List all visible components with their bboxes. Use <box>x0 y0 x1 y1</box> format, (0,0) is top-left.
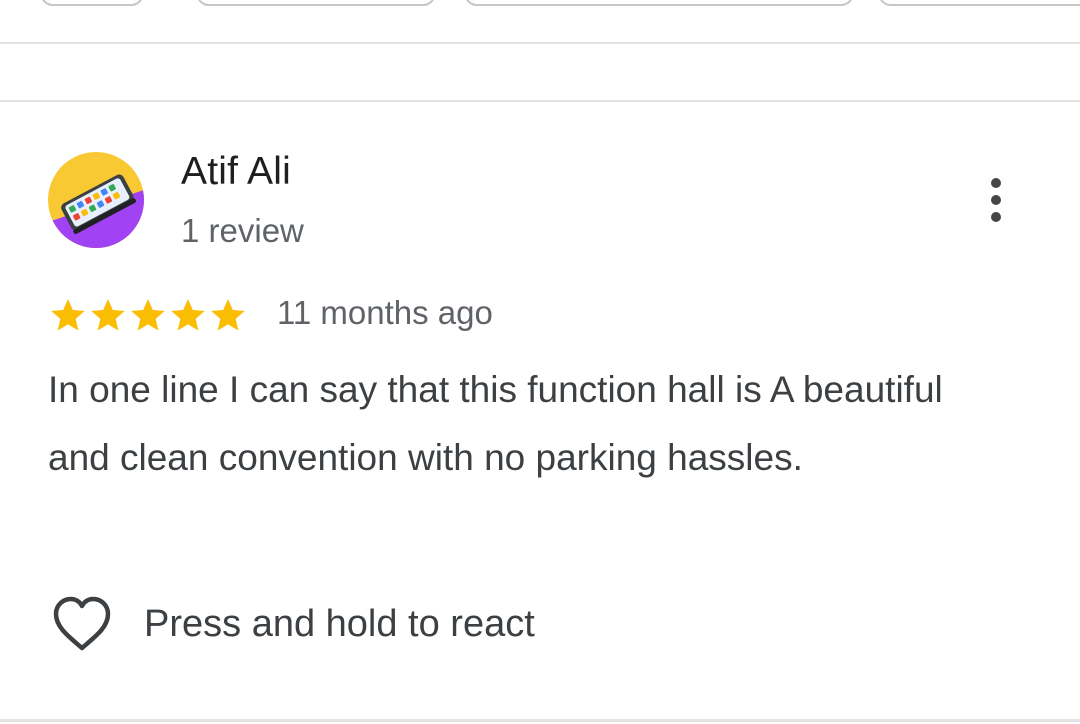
reviewer-review-count: 1 review <box>181 212 304 249</box>
divider <box>0 719 1080 722</box>
divider <box>0 100 1080 102</box>
star-rating <box>48 295 248 335</box>
filter-chip[interactable] <box>196 0 436 6</box>
more-vert-icon-dot <box>991 212 1001 222</box>
star-icon <box>51 299 85 331</box>
filter-chip[interactable] <box>464 0 854 6</box>
filter-chip[interactable] <box>40 0 144 6</box>
review-time: 11 months ago <box>277 294 493 331</box>
more-options-button[interactable] <box>970 168 1022 232</box>
reviewer-name[interactable]: Atif Ali <box>181 150 291 194</box>
react-button[interactable]: Press and hold to react <box>48 592 535 656</box>
star-icon <box>91 299 125 331</box>
avatar[interactable] <box>48 152 144 248</box>
more-vert-icon-dot <box>991 195 1001 205</box>
heart-outline-icon <box>53 596 111 651</box>
filter-chip[interactable] <box>878 0 1080 6</box>
star-icon <box>131 299 165 331</box>
react-label: Press and hold to react <box>144 602 535 645</box>
divider <box>0 42 1080 44</box>
review-text: In one line I can say that this function… <box>48 369 943 478</box>
more-vert-icon <box>991 178 1001 188</box>
star-icon <box>211 299 245 331</box>
star-icon <box>171 299 205 331</box>
phone-avatar-icon <box>48 152 144 248</box>
review-screen: Atif Ali 1 review 11 months ago In one l… <box>0 0 1080 724</box>
